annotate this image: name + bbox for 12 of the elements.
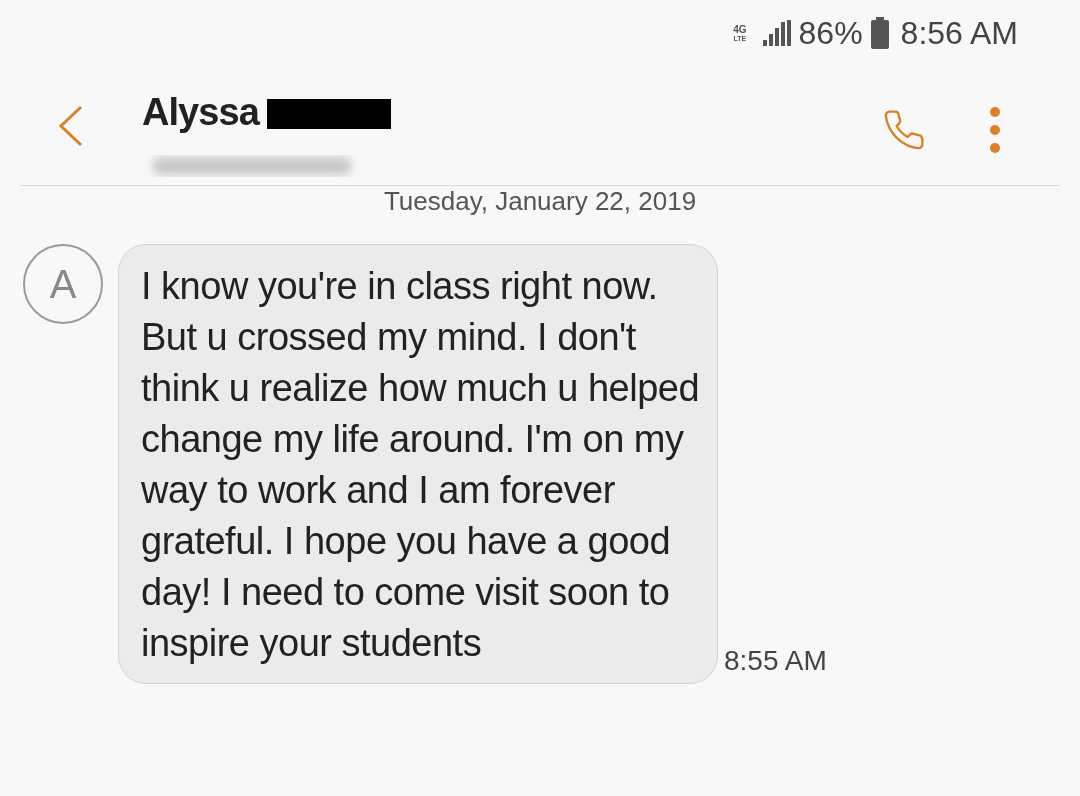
more-button[interactable] (988, 106, 1002, 154)
message-text: I know you're in class right now. But u crossed my mind. I don't think u realize how much u helped change my life around. I'm on my way to work and I am forever grateful. I hope you have a good day! I need to come visit soon to inspire your students (141, 264, 701, 666)
signal-icon (762, 20, 791, 46)
message-time: 8:55 AM (724, 644, 827, 678)
phone-icon (882, 108, 926, 152)
avatar: A (23, 244, 103, 324)
battery-percent: 86% (798, 14, 863, 53)
battery-icon (870, 17, 889, 49)
date-divider: Tuesday, January 22, 2019 (383, 188, 697, 214)
clock: 8:56 AM (900, 14, 1018, 53)
contact-name: Alyssa (142, 90, 259, 135)
back-icon (58, 105, 84, 147)
